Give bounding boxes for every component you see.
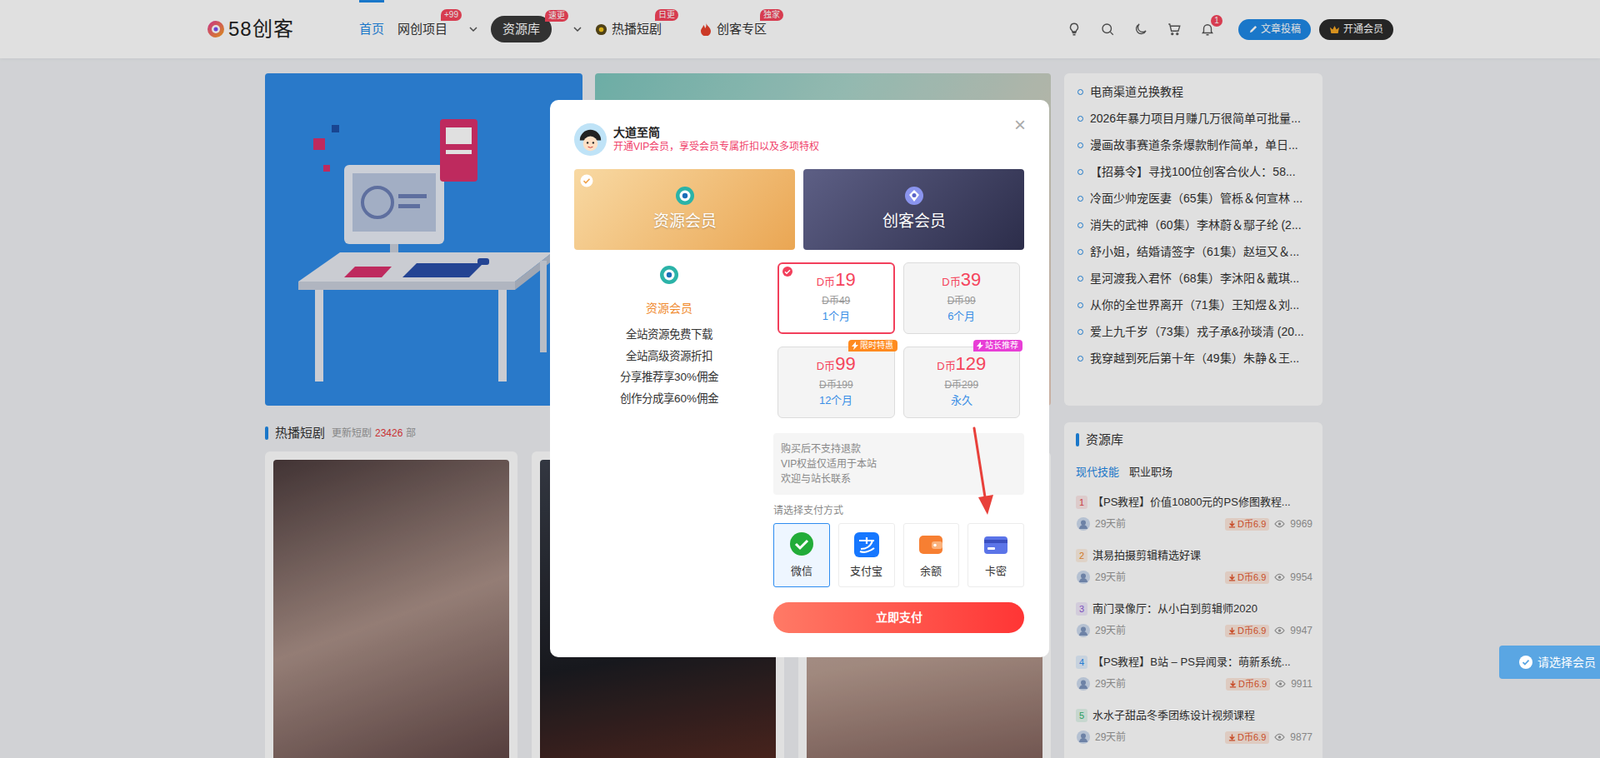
currency: D币 <box>816 360 835 373</box>
promo-text: 站长推荐 <box>985 340 1019 352</box>
original-price: D币199 <box>819 378 854 393</box>
benefit-item: 分享推荐享30%佣金 <box>620 366 719 389</box>
toast-message: 请选择会员 <box>1499 645 1600 680</box>
resource-badge-icon <box>658 264 680 286</box>
card-icon <box>981 530 1010 560</box>
period: 6个月 <box>947 308 975 325</box>
plan-label[interactable]: 资源会员 <box>653 210 717 235</box>
period: 永久 <box>950 392 973 409</box>
original-price: D币99 <box>947 294 976 309</box>
price-option[interactable]: D币129D币299永久站长推荐 <box>903 346 1021 419</box>
balance-icon <box>916 530 945 560</box>
price-amount: D币19 <box>816 268 856 295</box>
price-option[interactable]: D币39D币996个月 <box>903 262 1021 335</box>
purchase-panel: D币19D币491个月D币39D币996个月D币99D币19912个月限时特惠D… <box>773 250 1025 634</box>
plan-label[interactable]: 创客会员 <box>882 210 946 235</box>
purchase-notice: 购买后不支持退款VIP权益仅适用于本站欢迎与站长联系 <box>773 433 1025 495</box>
check-icon <box>580 174 594 188</box>
annotation-arrow-icon <box>958 420 1000 521</box>
plan-tab[interactable]: 创客会员 <box>803 169 1025 250</box>
modal-header: 大道至简开通VIP会员，享受会员专属折扣以及多项特权 <box>574 123 1025 156</box>
currency: D币 <box>816 275 835 289</box>
currency: D币 <box>941 275 960 289</box>
currency: D币 <box>936 360 955 373</box>
creator-badge-icon <box>903 185 925 207</box>
modal-body: 资源会员全站资源免费下载全站高级资源折扣分享推荐享30%佣金创作分成享60%佣金… <box>574 250 1025 634</box>
toast-text: 请选择会员 <box>1537 654 1596 672</box>
lightning-icon <box>976 340 984 352</box>
vip-modal: 大道至简开通VIP会员，享受会员专属折扣以及多项特权×资源会员创客会员资源会员全… <box>550 100 1050 658</box>
user-avatar-icon <box>574 123 607 156</box>
plan-tabs: 资源会员 创客会员 <box>574 169 1025 250</box>
payment-label[interactable]: 余额 <box>920 563 942 580</box>
original-price: D币49 <box>821 294 850 309</box>
payment-label[interactable]: 微信 <box>790 563 813 580</box>
period: 1个月 <box>822 308 850 325</box>
plan-details: 资源会员全站资源免费下载全站高级资源折扣分享推荐享30%佣金创作分成享60%佣金 <box>574 250 765 634</box>
promo-tag: 站长推荐 <box>973 340 1023 352</box>
price-option[interactable]: D币19D币491个月 <box>777 262 895 335</box>
benefit-item: 创作分成享60%佣金 <box>620 388 719 410</box>
notice-line: 购买后不支持退款 <box>780 441 1017 457</box>
payment-option[interactable]: 支付宝 <box>838 523 895 588</box>
original-price: D币299 <box>944 378 979 393</box>
price-amount: D币129 <box>936 352 986 379</box>
amount: 39 <box>960 269 981 290</box>
payment-option[interactable]: 余额 <box>903 523 960 588</box>
payment-option[interactable]: 微信 <box>773 523 830 588</box>
payment-methods: 微信 支付宝 余额 卡密 <box>773 523 1025 588</box>
wechat-icon <box>787 530 816 560</box>
promo-tag: 限时特惠 <box>848 340 898 352</box>
payment-label[interactable]: 支付宝 <box>850 563 883 580</box>
check-circle-icon <box>1519 655 1533 670</box>
price-amount: D币99 <box>816 352 856 379</box>
pay-now-button[interactable]: 立即支付 <box>773 602 1025 634</box>
plan-tab[interactable]: 资源会员 <box>574 169 795 250</box>
benefit-item: 全站资源免费下载 <box>620 324 719 346</box>
payment-label[interactable]: 卡密 <box>985 563 1007 580</box>
price-grid: D币19D币491个月D币39D币996个月D币99D币19912个月限时特惠D… <box>773 250 1025 419</box>
period: 12个月 <box>819 392 853 409</box>
price-amount: D币39 <box>941 268 981 295</box>
modal-subtitle: 开通VIP会员，享受会员专属折扣以及多项特权 <box>613 140 820 155</box>
alipay-icon <box>852 530 881 560</box>
user-name: 大道至简 <box>613 125 820 140</box>
benefit-list: 全站资源免费下载全站高级资源折扣分享推荐享30%佣金创作分成享60%佣金 <box>620 324 719 410</box>
amount: 19 <box>835 269 855 290</box>
user-info: 大道至简开通VIP会员，享受会员专属折扣以及多项特权 <box>613 125 820 155</box>
benefit-item: 全站高级资源折扣 <box>620 345 719 368</box>
amount: 99 <box>835 353 855 375</box>
amount: 129 <box>955 353 987 375</box>
price-option[interactable]: D币99D币19912个月限时特惠 <box>777 346 895 419</box>
check-icon <box>782 266 793 277</box>
promo-text: 限时特惠 <box>860 340 894 352</box>
payment-option[interactable]: 卡密 <box>967 523 1025 588</box>
resource-badge-icon <box>674 185 696 207</box>
lightning-icon <box>851 340 859 352</box>
plan-title: 资源会员 <box>645 300 693 317</box>
close-button[interactable]: × <box>1014 115 1026 135</box>
